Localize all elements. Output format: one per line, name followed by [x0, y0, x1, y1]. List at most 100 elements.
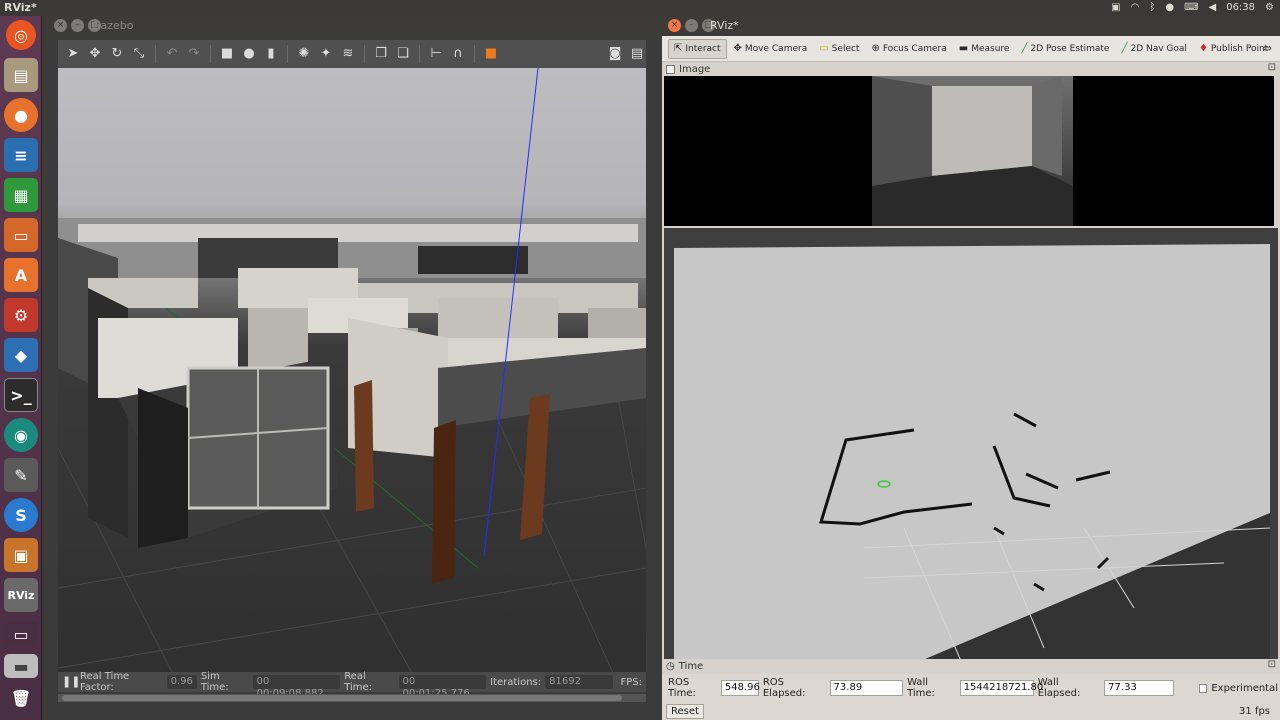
image-panel-float-button[interactable] — [666, 64, 675, 74]
rviz-title: RViz* — [710, 19, 739, 32]
terminal-icon[interactable]: >_ — [4, 378, 38, 412]
rviz-window: × – □ RViz* ⇱ Interact ✥ Move Camera ▭ Sele… — [662, 16, 1280, 720]
nav-goal-tool[interactable]: ╱ 2D Nav Goal — [1116, 39, 1191, 59]
clock[interactable]: 06:38 — [1226, 1, 1255, 15]
move-camera-icon: ✥ — [733, 43, 742, 54]
ros-time-field[interactable]: 548.96 — [720, 680, 760, 696]
experimental-checkbox[interactable] — [1198, 683, 1208, 693]
firefox-icon[interactable]: ● — [4, 98, 38, 132]
select-arrow-icon[interactable]: ➤ — [64, 45, 82, 63]
measure-tool[interactable]: ▬ Measure — [954, 39, 1015, 59]
copy-icon[interactable]: ❐ — [372, 45, 390, 63]
impress-icon[interactable]: ▭ — [4, 218, 38, 252]
gazebo-minimize-button[interactable]: – — [71, 19, 84, 32]
vscode-icon[interactable]: ◆ — [4, 338, 38, 372]
gazebo-horizontal-scrollbar[interactable] — [58, 694, 646, 702]
gazebo-close-button[interactable]: × — [54, 19, 67, 32]
ros-time-label: ROS Time: — [668, 677, 696, 699]
select-tool[interactable]: ▭ Select — [814, 39, 864, 59]
measure-icon: ▬ — [958, 43, 969, 54]
gitkraken-icon[interactable]: ◉ — [4, 418, 38, 452]
real-time-label: Real Time: — [344, 671, 373, 693]
writer-icon[interactable]: ≡ — [4, 138, 38, 172]
add-tool-button[interactable]: ✚ — [1275, 39, 1280, 59]
fps-readout: 31 fps — [1239, 705, 1270, 717]
image-panel-header: Image ⊡ — [662, 62, 1280, 76]
box-shape-icon[interactable]: ■ — [218, 45, 236, 63]
software-center-icon[interactable]: A — [4, 258, 38, 292]
redo-icon[interactable]: ↷ — [185, 45, 203, 63]
trash-icon[interactable]: 🗑 — [4, 686, 38, 710]
power-icon[interactable]: ⚙ — [1265, 1, 1274, 15]
calc-icon[interactable]: ▦ — [4, 178, 38, 212]
interact-icon: ⇱ — [674, 43, 683, 54]
pose-estimate-icon: ╱ — [1021, 43, 1028, 54]
ros-elapsed-field[interactable]: 73.89 — [829, 680, 904, 696]
ubuntu-logo-icon[interactable]: ◎ — [6, 20, 36, 50]
snap-icon[interactable]: ∩ — [449, 45, 467, 63]
record-log-icon[interactable]: ▤ — [628, 45, 646, 63]
keyboard-icon[interactable]: ⌨ — [1184, 1, 1198, 15]
image-panel-close-icon[interactable]: ⊡ — [1268, 62, 1276, 73]
clock-icon: ◷ — [666, 660, 675, 672]
workspace-switcher-icon[interactable]: ▭ — [4, 622, 38, 646]
camera-feed — [872, 76, 1073, 226]
time-fields: ROS Time: 548.96 ROS Elapsed: 73.89 Wall… — [668, 677, 1279, 699]
directional-light-icon[interactable]: ≋ — [339, 45, 357, 63]
wall-time-field[interactable]: 1544218721.80 — [959, 680, 1043, 696]
gazebo-3d-viewport[interactable] — [58, 68, 646, 684]
select-icon: ▭ — [819, 43, 829, 54]
image-panel-title: Image — [679, 63, 711, 75]
move-camera-tool[interactable]: ✥ Move Camera — [729, 39, 813, 59]
align-icon[interactable]: ⊢ — [427, 45, 445, 63]
rviz-3d-view[interactable] — [664, 228, 1278, 670]
color-icon[interactable]: ■ — [482, 45, 500, 63]
interact-tool[interactable]: ⇱ Interact — [668, 38, 727, 59]
translate-icon[interactable]: ✥ — [86, 45, 104, 63]
focus-camera-icon: ⊕ — [871, 43, 880, 54]
gazebo-statusbar: ❚❚ Real Time Factor: 0.96 Sim Time: 00 0… — [58, 671, 646, 699]
sphere-shape-icon[interactable]: ● — [240, 45, 258, 63]
paste-icon[interactable]: ❏ — [394, 45, 412, 63]
screenshot-icon[interactable]: ◙ — [606, 45, 624, 63]
spot-light-icon[interactable]: ✦ — [317, 45, 335, 63]
real-time-value: 00 00:01:25.776 — [398, 675, 487, 699]
settings-icon[interactable]: ⚙ — [4, 298, 38, 332]
usb-drive-icon[interactable]: ▬ — [4, 654, 38, 678]
rviz-minimize-button[interactable]: – — [685, 19, 698, 32]
system-tray: ▣ ◠ ᛒ ● ⌨ ◀ 06:38 ⚙ — [1111, 1, 1274, 15]
scale-icon[interactable]: ⤡ — [130, 45, 148, 63]
reset-button[interactable]: Reset — [666, 703, 704, 719]
rviz-icon[interactable]: RViz — [4, 578, 38, 612]
files-icon[interactable]: ▤ — [4, 58, 38, 92]
gazebo-titlebar: × – □ Gazebo — [48, 16, 658, 36]
bluetooth-icon[interactable]: ᛒ — [1149, 1, 1155, 15]
gazebo-scene — [58, 68, 646, 684]
pose-estimate-tool[interactable]: ╱ 2D Pose Estimate — [1016, 39, 1114, 59]
virtualbox-icon[interactable]: ▣ — [4, 538, 38, 572]
launcher: ◎ ▤ ● ≡ ▦ ▭ A ⚙ ◆ >_ ◉ ✎ S ▣ RViz ▭ ▬ 🗑 — [0, 16, 42, 720]
rotate-icon[interactable]: ↻ — [108, 45, 126, 63]
sim-time-label: Sim Time: — [200, 671, 229, 693]
rqt-icon[interactable]: ✎ — [4, 458, 38, 492]
toolbar-expand-icon[interactable]: ⇔ — [1262, 41, 1272, 55]
rviz-close-button[interactable]: × — [668, 19, 681, 32]
volume-icon[interactable]: ◀ — [1209, 1, 1217, 15]
focus-camera-tool[interactable]: ⊕ Focus Camera — [866, 39, 951, 59]
map-render — [674, 244, 1271, 670]
shutter-icon[interactable]: S — [4, 498, 38, 532]
cylinder-shape-icon[interactable]: ▮ — [262, 45, 280, 63]
camera-image-panel[interactable] — [664, 76, 1274, 226]
update-icon[interactable]: ● — [1165, 1, 1174, 15]
wifi-icon[interactable]: ◠ — [1131, 1, 1140, 15]
rviz-launcher-label: RViz — [7, 588, 35, 602]
camera-icon[interactable]: ▣ — [1111, 1, 1120, 15]
wall-elapsed-field[interactable]: 77.33 — [1104, 680, 1174, 696]
pause-icon[interactable]: ❚❚ — [62, 675, 80, 689]
experimental-label: Experimental — [1211, 682, 1279, 694]
nav-goal-icon: ╱ — [1121, 43, 1128, 54]
time-panel-close-icon[interactable]: ⊡ — [1268, 659, 1276, 670]
undo-icon[interactable]: ↶ — [163, 45, 181, 63]
point-light-icon[interactable]: ✺ — [295, 45, 313, 63]
time-panel-header: ◷ Time ⊡ — [662, 659, 1280, 673]
